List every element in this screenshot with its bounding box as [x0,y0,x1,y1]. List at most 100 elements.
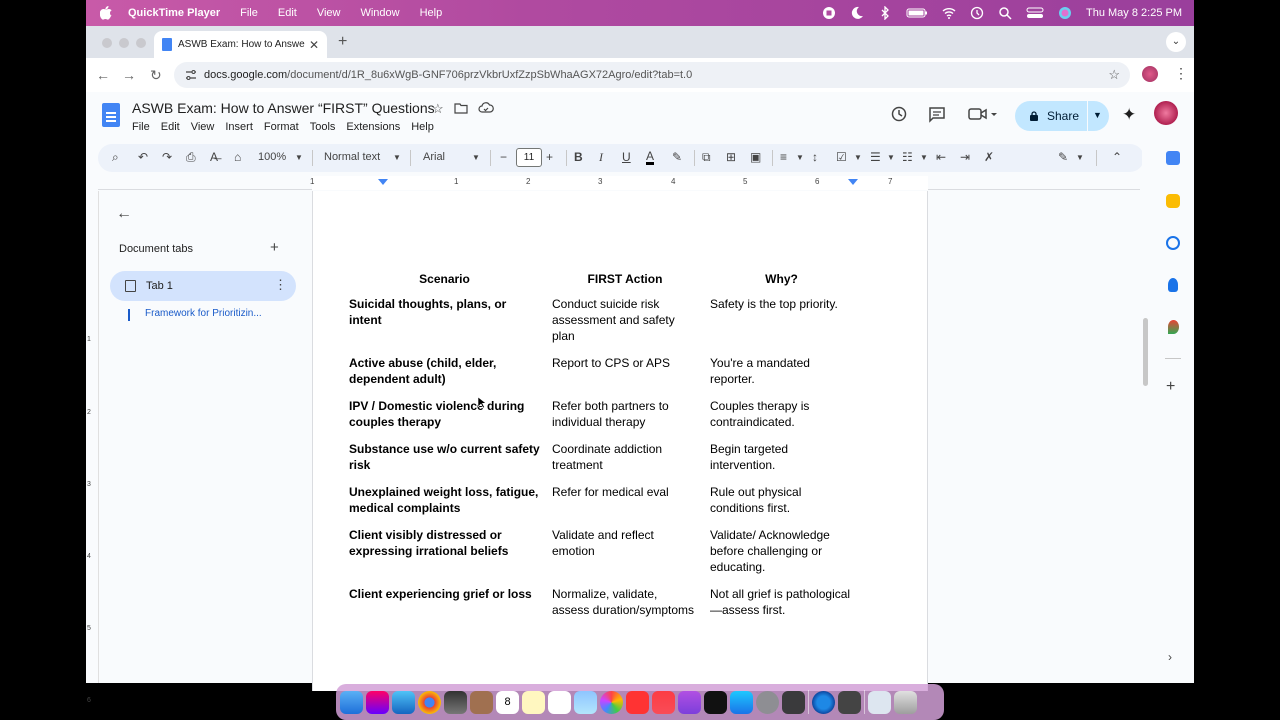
font-size-input[interactable]: 11 [516,148,542,167]
highlight-icon[interactable]: ✎ [672,150,682,164]
numbered-list-icon[interactable]: ☷ [902,150,913,164]
style-chevron-icon[interactable]: ▼ [393,153,401,162]
docs-menu-extensions[interactable]: Extensions [346,121,400,133]
bluetooth-icon[interactable] [878,6,892,20]
mode-chevron-icon[interactable]: ▼ [1076,153,1084,162]
zoom-select[interactable]: 100% [258,151,286,163]
imovie-star-icon[interactable] [782,690,805,714]
safari-icon[interactable] [392,690,415,714]
tab-search-chevron-icon[interactable]: ⌄ [1166,32,1186,52]
user-avatar[interactable] [1154,101,1178,125]
docs-menu-edit[interactable]: Edit [161,121,180,133]
close-tab-icon[interactable]: ✕ [309,38,319,52]
stop-recording-icon[interactable] [822,6,836,20]
menu-help[interactable]: Help [420,7,443,19]
chrome-icon[interactable] [418,690,441,714]
paint-format-icon[interactable]: ⌂ [234,150,241,164]
spotlight-icon[interactable] [998,6,1012,20]
reload-icon[interactable]: ↻ [150,67,162,84]
menu-edit[interactable]: Edit [278,7,297,19]
quicktime-icon[interactable] [812,690,835,714]
font-family-select[interactable]: Arial [423,151,445,163]
music-icon[interactable] [652,690,675,714]
menu-file[interactable]: File [240,7,258,19]
menu-window[interactable]: Window [360,7,399,19]
chrome-menu-icon[interactable]: ⋮ [1174,65,1188,82]
minimize-window-button[interactable] [119,38,129,48]
browser-tab[interactable]: ASWB Exam: How to Answer ✕ [154,31,327,58]
editing-mode-pencil-icon[interactable]: ✎ [1058,150,1068,164]
gemini-sparkle-icon[interactable]: ✦ [1122,105,1136,125]
move-folder-icon[interactable] [454,101,468,115]
wifi-icon[interactable] [942,6,956,20]
photos-icon[interactable] [600,690,623,714]
calendar-app-icon[interactable]: 8 [496,690,519,714]
finder-icon[interactable] [340,690,363,714]
zoom-chevron-icon[interactable]: ▼ [295,153,303,162]
docs-menu-format[interactable]: Format [264,121,299,133]
print-icon[interactable]: ⎙ [186,150,196,165]
insert-image-icon[interactable]: ▣ [750,150,761,164]
numbered-chevron-icon[interactable]: ▼ [920,153,928,162]
bookmark-star-icon[interactable]: ☆ [1108,67,1120,83]
zoom-window-button[interactable] [136,38,146,48]
paragraph-style-select[interactable]: Normal text [324,151,380,163]
docs-menu-file[interactable]: File [132,121,150,133]
align-left-icon[interactable]: ≡ [780,150,787,164]
collapse-menus-icon[interactable]: ⌃ [1112,150,1122,164]
comments-icon[interactable] [928,105,946,123]
podcasts-icon[interactable] [678,690,701,714]
meet-video-icon[interactable] [968,105,998,123]
checklist-icon[interactable]: ☑ [836,150,847,164]
menubar-clock[interactable]: Thu May 8 2:25 PM [1086,7,1182,19]
font-chevron-icon[interactable]: ▼ [472,153,480,162]
search-menus-icon[interactable]: ⌕ [112,150,119,165]
docs-menu-insert[interactable]: Insert [225,121,253,133]
trash-icon[interactable] [894,690,917,714]
moon-icon[interactable] [850,6,864,20]
version-history-icon[interactable] [890,105,908,123]
site-settings-icon[interactable] [184,68,198,82]
menu-view[interactable]: View [317,7,341,19]
share-dropdown-icon[interactable]: ▼ [1093,110,1102,120]
launchpad-icon[interactable] [366,690,389,714]
insert-link-icon[interactable]: ⧉ [702,150,711,165]
siri-icon[interactable] [1058,6,1072,20]
reminders-icon[interactable] [548,690,571,714]
url-bar[interactable]: docs.google.com/document/d/1R_8u6xWgB-GN… [174,62,1130,88]
checklist-chevron-icon[interactable]: ▼ [854,153,862,162]
control-center-icon[interactable] [1026,6,1044,20]
increase-indent-icon[interactable]: ⇥ [960,150,970,164]
docs-menu-help[interactable]: Help [411,121,434,133]
text-color-icon[interactable]: A [646,150,655,165]
screenshot-folder-icon[interactable] [868,690,891,714]
system-settings-icon[interactable] [756,690,779,714]
document-title[interactable]: ASWB Exam: How to Answer “FIRST” Questio… [132,100,435,116]
apple-tv-icon[interactable] [704,690,727,714]
app-name[interactable]: QuickTime Player [128,7,220,19]
align-chevron-icon[interactable]: ▼ [796,153,804,162]
add-comment-icon[interactable]: ⊞ [726,150,736,164]
news-icon[interactable] [626,690,649,714]
maps-app-icon[interactable] [574,690,597,714]
undo-icon[interactable]: ↶ [138,150,148,164]
decrease-font-size-icon[interactable]: − [500,150,507,164]
app-store-icon[interactable] [730,690,753,714]
calculator-icon[interactable] [838,690,861,714]
time-machine-icon[interactable] [970,6,984,20]
contacts-app-icon[interactable] [470,690,493,714]
decrease-indent-icon[interactable]: ⇤ [936,150,946,164]
clear-formatting-icon[interactable]: ✗ [984,150,994,164]
bulleted-list-icon[interactable]: ☰ [870,150,881,164]
italic-icon[interactable]: I [599,150,603,165]
profile-avatar-icon[interactable] [1142,66,1158,82]
underline-icon[interactable]: U [622,150,631,164]
docs-menu-view[interactable]: View [191,121,215,133]
line-spacing-icon[interactable]: ↕ [812,150,818,164]
photo-booth-icon[interactable] [444,690,467,714]
bullet-chevron-icon[interactable]: ▼ [887,153,895,162]
spellcheck-icon[interactable]: A̶ [210,150,218,164]
battery-icon[interactable] [906,6,928,20]
back-arrow-icon[interactable]: ← [96,67,110,83]
new-tab-icon[interactable]: + [338,33,347,51]
